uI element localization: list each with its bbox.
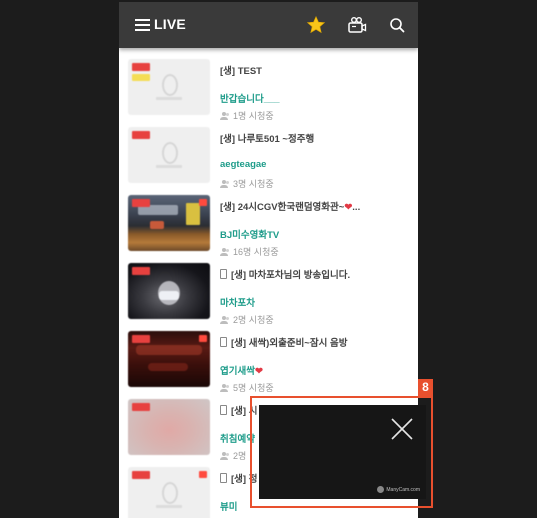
broadcast-title[interactable]: [생] 마차포차님의 방송입니다. <box>220 267 410 281</box>
badge <box>199 471 207 478</box>
mobile-icon <box>220 405 227 415</box>
badge <box>199 199 207 206</box>
viewer-count: 3명 시청중 <box>220 177 274 190</box>
bj-name[interactable]: aegteagae <box>220 159 410 170</box>
viewer-count: 2명 시청중 <box>220 313 274 326</box>
thumbnail[interactable] <box>128 59 210 115</box>
badge <box>199 335 207 342</box>
live-badge <box>132 199 150 207</box>
live-badge <box>132 63 150 71</box>
broadcast-title[interactable]: [생] 나루토501 ~정주행 <box>220 131 410 145</box>
viewer-count: 5명 시청중 <box>220 381 274 394</box>
broadcast-title[interactable]: [생] 새싹)외출준비~잠시 음방 <box>220 335 410 349</box>
top-bar: LIVE <box>119 2 418 48</box>
heart-icon: ❤ <box>254 366 263 377</box>
live-badge <box>132 403 150 411</box>
manycam-logo-icon <box>377 486 385 493</box>
viewers-icon <box>220 384 229 392</box>
viewer-count: 1명 시청중 <box>220 109 274 122</box>
thumbnail[interactable] <box>128 263 210 319</box>
bj-name[interactable]: 엽기새싹❤ <box>220 363 410 377</box>
page-title: LIVE <box>154 16 186 32</box>
viewers-icon <box>220 316 229 324</box>
search-icon[interactable] <box>387 15 407 35</box>
watermark: ManyCam.com <box>377 486 420 493</box>
live-badge <box>132 471 150 479</box>
viewer-count: 2명 <box>220 449 246 462</box>
broadcast-item[interactable]: [생] 마차포차님의 방송입니다. 마차포차 2명 시청중 <box>119 261 418 329</box>
popup-number-label: 8 <box>418 379 433 396</box>
thumbnail[interactable] <box>128 399 210 455</box>
menu-icon[interactable] <box>135 19 150 31</box>
thumbnail[interactable] <box>128 467 210 518</box>
bj-name[interactable]: BJ미수영화TV <box>220 227 410 241</box>
broadcast-item[interactable]: [생] 새싹)외출준비~잠시 음방 엽기새싹❤ 5명 시청중 <box>119 329 418 397</box>
live-badge <box>132 131 150 139</box>
viewers-icon <box>220 180 229 188</box>
viewers-icon <box>220 112 229 120</box>
thumbnail[interactable] <box>128 127 210 183</box>
video-camera-icon[interactable] <box>347 15 367 35</box>
broadcast-item[interactable]: [생] TEST 반갑습니다___ 1명 시청중 <box>119 57 418 125</box>
heart-icon: ❤ <box>344 202 353 213</box>
thumbnail[interactable] <box>128 331 210 387</box>
broadcast-item[interactable]: [생] 24시CGV한국랜덤영화관~❤... BJ미수영화TV 16명 시청중 <box>119 193 418 261</box>
broadcast-item[interactable]: [생] 나루토501 ~정주행 aegteagae 3명 시청중 <box>119 125 418 193</box>
viewers-icon <box>220 452 229 460</box>
mobile-icon <box>220 269 227 279</box>
bj-name[interactable]: 마차포차 <box>220 295 410 309</box>
star-icon[interactable] <box>306 15 326 35</box>
close-icon[interactable] <box>390 417 414 441</box>
viewer-count: 16명 시청중 <box>220 245 279 258</box>
live-badge <box>132 267 150 275</box>
live-badge <box>132 335 150 343</box>
bj-name[interactable]: 반갑습니다___ <box>220 91 410 105</box>
badge <box>132 74 150 81</box>
popup-video-player[interactable]: ManyCam.com <box>259 405 426 499</box>
broadcast-title[interactable]: [생] 24시CGV한국랜덤영화관~❤... <box>220 199 410 213</box>
viewers-icon <box>220 248 229 256</box>
broadcast-title[interactable]: [생] TEST <box>220 63 410 77</box>
mobile-icon <box>220 337 227 347</box>
mobile-icon <box>220 473 227 483</box>
thumbnail[interactable] <box>128 195 210 251</box>
